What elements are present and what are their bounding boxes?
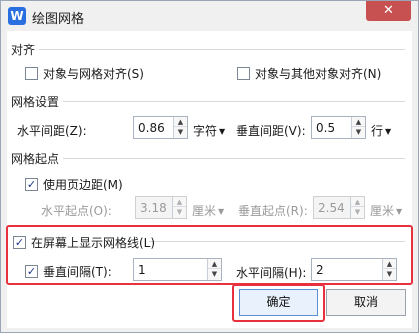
- horizontal-origin-input[interactable]: 3.18 ▲ ▼: [135, 196, 187, 219]
- vertical-origin-label: 垂直起点(R):: [238, 204, 308, 218]
- horizontal-origin-label: 水平起点(O):: [41, 204, 112, 218]
- spin-up-icon[interactable]: ▲: [351, 197, 364, 207]
- section-divider: [11, 49, 405, 50]
- checkbox-box[interactable]: [25, 67, 38, 80]
- vertical-origin-input[interactable]: 2.54 ▲ ▼: [313, 196, 365, 219]
- vertical-origin-unit-label: 厘米: [370, 204, 395, 218]
- section-divider: [11, 158, 405, 159]
- highlight-ok-annotation: [232, 284, 325, 322]
- horizontal-origin-value[interactable]: 3.18: [140, 201, 167, 215]
- dropdown-caret-icon: ▼: [218, 207, 225, 216]
- title-bar: W 绘图网格 ✕: [1, 1, 418, 31]
- snap-to-grid-checkbox[interactable]: 对象与网格对齐(S): [25, 65, 144, 82]
- horizontal-unit-dropdown[interactable]: 字符 ▼: [193, 122, 225, 139]
- horizontal-origin-unit-dropdown[interactable]: 厘米 ▼: [192, 202, 224, 219]
- grid-section-title: 网格设置: [11, 93, 64, 110]
- cancel-button[interactable]: 取消: [326, 289, 406, 316]
- dialog-body: 对齐 对象与网格对齐(S) 对象与其他对象对齐(N) 网格设置 水平间距(Z):…: [6, 31, 413, 328]
- vertical-origin-value[interactable]: 2.54: [318, 201, 345, 215]
- snap-to-objects-label: 对象与其他对象对齐(N): [255, 67, 382, 81]
- spin-up-icon[interactable]: ▲: [352, 117, 365, 127]
- dropdown-caret-icon: ▼: [385, 127, 392, 136]
- vertical-origin-unit-dropdown[interactable]: 厘米 ▼: [370, 202, 402, 219]
- spin-down-icon[interactable]: ▼: [173, 207, 186, 217]
- vertical-spacing-label: 垂直间距(V):: [236, 124, 306, 138]
- highlight-gridlines-annotation: [6, 225, 413, 285]
- spinner-arrows[interactable]: ▲ ▼: [172, 197, 186, 218]
- spin-up-icon[interactable]: ▲: [173, 197, 186, 207]
- close-button[interactable]: ✕: [366, 1, 411, 21]
- spin-down-icon[interactable]: ▼: [352, 127, 365, 137]
- spinner-arrows[interactable]: ▲ ▼: [173, 117, 187, 138]
- origin-section-title: 网格起点: [11, 150, 64, 167]
- horizontal-unit-label: 字符: [193, 124, 218, 138]
- grid-settings-dialog: W 绘图网格 ✕ 对齐 对象与网格对齐(S) 对象与其他对象对齐(N) 网格设置…: [0, 0, 419, 333]
- vertical-unit-label: 行: [371, 124, 384, 138]
- use-margins-checkbox[interactable]: ✓ 使用页边距(M): [25, 176, 123, 193]
- spin-down-icon[interactable]: ▼: [174, 127, 187, 137]
- horizontal-spacing-input[interactable]: 0.86 ▲ ▼: [133, 116, 188, 139]
- align-section-title: 对齐: [11, 41, 40, 58]
- spin-up-icon[interactable]: ▲: [174, 117, 187, 127]
- dialog-title: 绘图网格: [32, 12, 85, 27]
- horizontal-spacing-label: 水平间距(Z):: [17, 124, 87, 138]
- wps-writer-icon: W: [8, 7, 26, 25]
- use-margins-label: 使用页边距(M): [43, 178, 123, 192]
- vertical-unit-dropdown[interactable]: 行 ▼: [371, 122, 391, 139]
- checkbox-box[interactable]: [237, 67, 250, 80]
- section-divider: [11, 101, 405, 102]
- snap-to-grid-label: 对象与网格对齐(S): [43, 67, 144, 81]
- checkbox-box[interactable]: ✓: [25, 178, 38, 191]
- vertical-spacing-input[interactable]: 0.5 ▲ ▼: [311, 116, 366, 139]
- horizontal-origin-unit-label: 厘米: [192, 204, 217, 218]
- dropdown-caret-icon: ▼: [219, 127, 226, 136]
- vertical-spacing-value[interactable]: 0.5: [316, 121, 335, 135]
- spin-down-icon[interactable]: ▼: [351, 207, 364, 217]
- spinner-arrows[interactable]: ▲ ▼: [351, 117, 365, 138]
- snap-to-objects-checkbox[interactable]: 对象与其他对象对齐(N): [237, 65, 381, 82]
- spinner-arrows[interactable]: ▲ ▼: [350, 197, 364, 218]
- horizontal-spacing-value[interactable]: 0.86: [138, 121, 165, 135]
- check-icon: ✓: [26, 178, 37, 191]
- dropdown-caret-icon: ▼: [396, 207, 403, 216]
